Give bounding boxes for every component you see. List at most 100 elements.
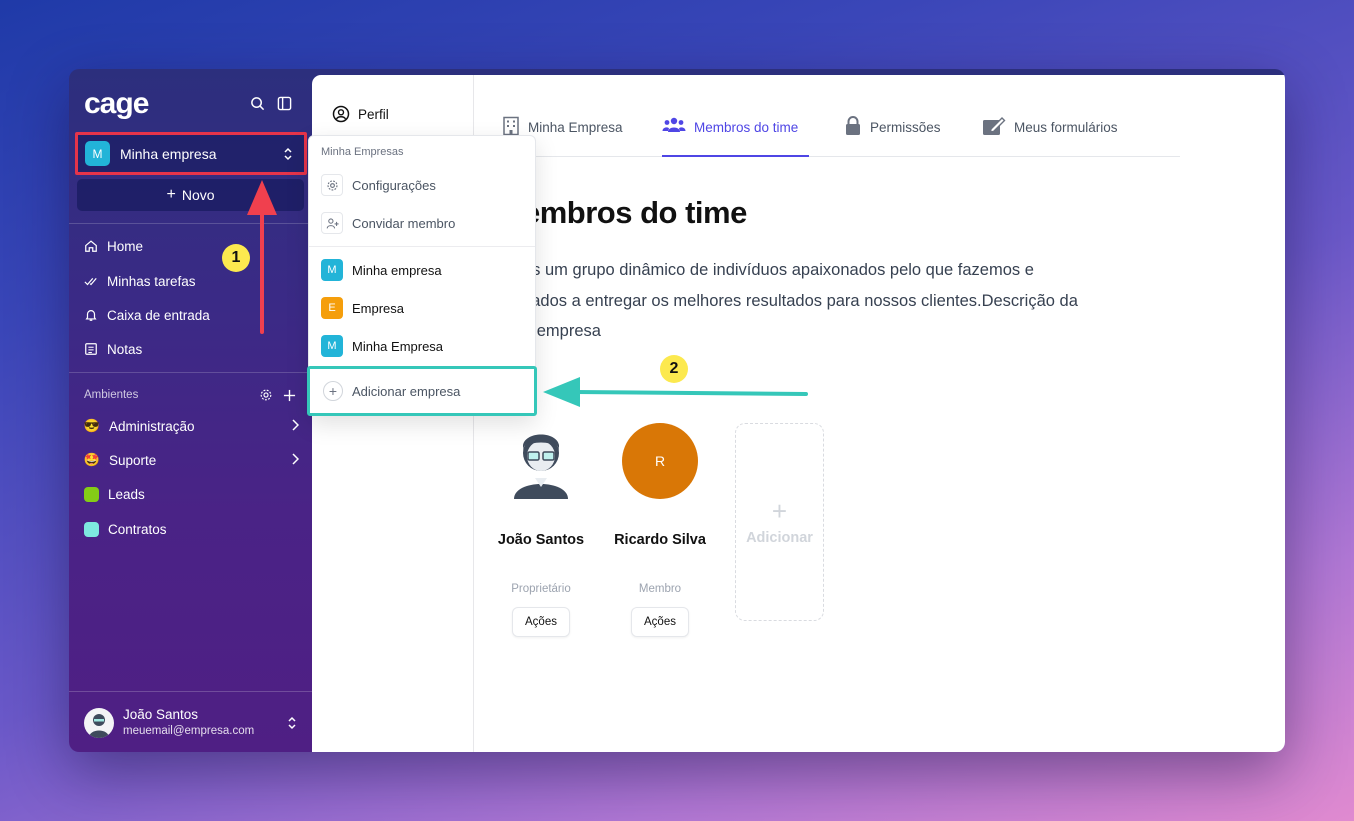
tab-membros-do-time[interactable]: Membros do time (662, 112, 809, 157)
description-line: cados a entregar os melhores resultados … (523, 291, 1078, 310)
add-company-label: Adicionar empresa (352, 383, 461, 399)
env-administracao[interactable]: 😎 Administração (83, 415, 300, 437)
member-name: Ricardo Silva (614, 532, 706, 548)
step-badge-1: 1 (222, 244, 250, 272)
tab-meus-formularios[interactable]: Meus formulários (982, 112, 1118, 157)
new-button[interactable]: + Novo (77, 179, 304, 211)
actions-button[interactable]: Ações (512, 607, 570, 637)
sidebar-toggle-icon[interactable] (276, 95, 292, 111)
env-label: Administração (109, 418, 195, 434)
member-role: Proprietário (511, 583, 571, 595)
user-circle-icon (332, 105, 350, 123)
check-double-icon (84, 274, 98, 288)
chevron-updown-icon (286, 716, 298, 735)
env-contratos[interactable]: Contratos (84, 518, 299, 540)
perfil-label: Perfil (358, 106, 389, 122)
company-name: Minha empresa (352, 262, 442, 278)
nav-notas[interactable]: Notas (84, 338, 142, 360)
divider (69, 223, 312, 224)
tabs: Minha Empresa Membros do time Permissões… (502, 112, 1180, 157)
team-description: os um grupo dinâmico de indivíduos apaix… (523, 255, 1143, 347)
tab-label: Meus formulários (1014, 120, 1118, 135)
org-name: Minha empresa (120, 145, 217, 162)
org-switcher[interactable]: M Minha empresa (75, 132, 307, 175)
company-badge: E (321, 297, 343, 319)
env-suporte[interactable]: 🤩 Suporte (83, 449, 300, 471)
nav-label: Notas (107, 341, 143, 357)
settings-nav-perfil[interactable]: Perfil (332, 105, 389, 123)
add-environment-icon[interactable] (282, 388, 296, 402)
home-icon (84, 239, 98, 253)
org-dropdown-menu: Minha Empresas Configurações Convidar me… (307, 135, 537, 416)
tab-permissoes[interactable]: Permissões (844, 112, 941, 157)
menu-item-label: Convidar membro (352, 215, 456, 231)
cage-logo: cage (84, 87, 149, 120)
plus-icon: + (166, 186, 176, 203)
company-badge: M (321, 259, 343, 281)
avatar (84, 708, 114, 738)
gear-icon[interactable] (259, 388, 273, 402)
env-leads[interactable]: Leads (84, 483, 299, 505)
member-card: João Santos Proprietário Ações (486, 423, 596, 637)
app-window: cage M Minha empresa + Novo Home Minhas … (69, 69, 1285, 752)
env-label: Contratos (108, 521, 167, 537)
add-member-label: Adicionar (746, 530, 813, 546)
nav-label: Home (107, 238, 144, 254)
tab-label: Permissões (870, 120, 941, 135)
edit-icon (983, 117, 1006, 135)
avatar: R (622, 423, 698, 499)
user-name: João Santos (123, 707, 199, 722)
menu-item-label: Configurações (352, 177, 436, 193)
section-label-ambientes: Ambientes (84, 389, 139, 401)
member-name: João Santos (497, 532, 585, 548)
notes-icon (84, 342, 98, 356)
user-plus-icon (321, 212, 343, 234)
nav-caixa-de-entrada[interactable]: Caixa de entrada (84, 304, 210, 326)
user-menu[interactable]: João Santos meuemail@empresa.com (69, 691, 312, 752)
building-icon (503, 116, 519, 136)
add-member-card[interactable]: + Adicionar (735, 423, 824, 621)
step-badge-2: 2 (660, 355, 688, 383)
chevron-right-icon (291, 419, 300, 434)
env-label: Suporte (109, 452, 157, 468)
tab-label: Membros do time (694, 120, 799, 135)
menu-item-configuracoes[interactable]: Configurações (321, 173, 526, 197)
company-name: Minha Empresa (352, 338, 444, 354)
description-line: os um grupo dinâmico de indivíduos apaix… (523, 261, 1034, 279)
bell-icon (84, 308, 98, 322)
dropdown-header: Minha Empresas (321, 146, 404, 158)
chevron-right-icon (291, 453, 300, 468)
menu-item-convidar-membro[interactable]: Convidar membro (321, 211, 526, 235)
company-name: Empresa (352, 300, 405, 316)
color-dot-icon (84, 486, 99, 502)
new-button-label: Novo (181, 187, 215, 203)
sunglasses-emoji-icon: 😎 (83, 418, 101, 433)
add-company-button[interactable]: + Adicionar empresa (307, 366, 537, 416)
description-line: a empresa (523, 322, 601, 340)
org-badge: M (85, 141, 110, 166)
menu-company-minha-empresa-2[interactable]: M Minha Empresa (321, 334, 526, 358)
divider (309, 246, 535, 247)
env-label: Leads (108, 486, 145, 502)
nav-label: Minhas tarefas (107, 273, 196, 289)
page-title: embros do time (523, 195, 747, 230)
divider (69, 372, 312, 373)
menu-company-minha-empresa[interactable]: M Minha empresa (321, 258, 526, 282)
users-icon (662, 117, 686, 132)
lock-icon (846, 116, 860, 135)
chevron-updown-icon (282, 147, 294, 166)
nav-home[interactable]: Home (84, 235, 143, 257)
member-role: Membro (638, 583, 682, 595)
member-card: R Ricardo Silva Membro Ações (605, 423, 715, 637)
plus-circle-icon: + (323, 381, 343, 401)
tab-label: Minha Empresa (528, 120, 623, 135)
menu-company-empresa[interactable]: E Empresa (321, 296, 526, 320)
company-badge: M (321, 335, 343, 357)
color-dot-icon (84, 521, 99, 537)
actions-button[interactable]: Ações (631, 607, 689, 637)
sidebar: cage M Minha empresa + Novo Home Minhas … (69, 69, 312, 752)
search-icon[interactable] (249, 95, 265, 111)
nav-minhas-tarefas[interactable]: Minhas tarefas (84, 270, 196, 292)
plus-icon: + (771, 496, 788, 526)
star-eyes-emoji-icon: 🤩 (83, 452, 101, 467)
